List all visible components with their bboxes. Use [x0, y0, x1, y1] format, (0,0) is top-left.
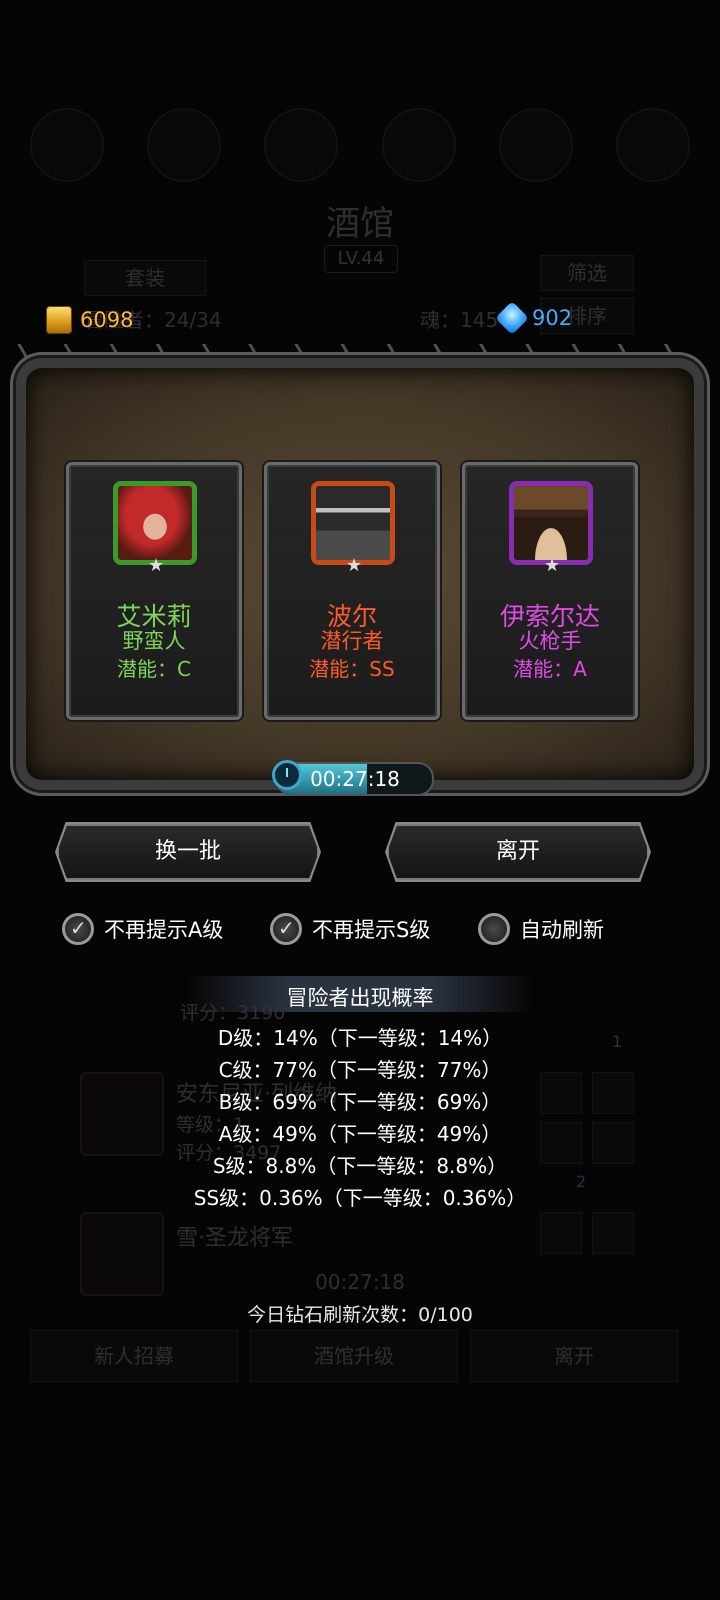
option-label: 不再提示S级 [312, 918, 431, 942]
background-leave-button: 离开 [470, 1330, 678, 1382]
probability-line-ss: SS级：0.36%（下一等级：0.36%） [193, 1186, 527, 1210]
option-label: 不再提示A级 [104, 918, 224, 942]
adventurer-potential: 潜能：SS [309, 657, 395, 681]
background-row-name: 雪·圣龙将军 [176, 1226, 293, 1251]
probability-line-s: S级：8.8%（下一等级：8.8%） [212, 1154, 508, 1178]
background-nav-icon [615, 108, 690, 182]
option-skip-a-rank[interactable]: 不再提示A级 [62, 913, 223, 945]
gunslinger-portrait-icon [514, 486, 588, 560]
background-soul-count: 魂：145 [420, 308, 499, 332]
background-item-slot [540, 1212, 582, 1254]
gem-display: 902 [495, 301, 573, 335]
background-nav-icon [498, 108, 573, 182]
gold-display: 6098 [46, 306, 133, 334]
gold-coin-icon [46, 306, 72, 334]
background-set-button: 套装 [84, 260, 206, 296]
option-auto-refresh[interactable]: 自动刷新 [478, 913, 604, 945]
probability-line-a: A级：49%（下一等级：49%） [218, 1122, 502, 1146]
probability-line-c: C级：77%（下一等级：77%） [218, 1058, 502, 1082]
adventurer-card[interactable]: ★ 艾米莉 野蛮人 潜能：C [66, 462, 242, 720]
star-icon: ★ [544, 555, 561, 576]
adventurer-card[interactable]: ★ 波尔 潜行者 潜能：SS [264, 462, 440, 720]
diamond-icon [495, 301, 529, 335]
background-level: LV.44 [324, 245, 398, 273]
background-row-portrait [80, 1212, 164, 1296]
clock-icon [272, 760, 302, 790]
adventurer-portrait [113, 481, 197, 565]
background-top-icons [30, 108, 690, 182]
option-label: 自动刷新 [520, 918, 604, 942]
background-filter-button: 筛选 [540, 255, 634, 291]
star-icon: ★ [148, 555, 165, 576]
refresh-batch-button[interactable]: 换一批 [57, 824, 319, 880]
option-skip-s-rank[interactable]: 不再提示S级 [270, 913, 430, 945]
background-tavern-screen: 酒馆 LV.44 套装 筛选 排序 冒险者：24/34 魂：145 评分：319… [0, 0, 720, 1600]
adventurer-potential: 潜能：A [513, 657, 587, 681]
adventurer-class: 火枪手 [518, 629, 582, 653]
background-nav-icon [264, 108, 339, 182]
probability-line-b: B级：69%（下一等级：69%） [218, 1090, 502, 1114]
star-icon: ★ [346, 555, 363, 576]
gem-amount: 902 [532, 306, 573, 330]
background-upgrade-button: 酒馆升级 [250, 1330, 458, 1382]
checkbox-unchecked-icon[interactable] [478, 913, 510, 945]
background-nav-icon [381, 108, 456, 182]
adventurer-class: 野蛮人 [122, 629, 186, 653]
checkbox-checked-icon[interactable] [270, 913, 302, 945]
probability-line-d: D级：14%（下一等级：14%） [217, 1026, 503, 1050]
adventurer-potential: 潜能：C [117, 657, 191, 681]
background-recruit-button: 新人招募 [30, 1330, 238, 1382]
background-nav-icon [30, 108, 104, 182]
background-timer: 00:27:18 [315, 1270, 405, 1294]
leave-button[interactable]: 离开 [387, 824, 649, 880]
checkbox-checked-icon[interactable] [62, 913, 94, 945]
probability-title: 冒险者出现概率 [286, 986, 434, 1010]
barbarian-portrait-icon [118, 486, 192, 560]
daily-refresh-count: 今日钻石刷新次数：0/100 [247, 1304, 473, 1326]
adventurer-class: 潜行者 [320, 629, 384, 653]
adventurer-portrait [311, 481, 395, 565]
adventurer-card[interactable]: ★ 伊索尔达 火枪手 潜能：A [462, 462, 638, 720]
gold-amount: 6098 [80, 308, 134, 332]
background-nav-icon [147, 108, 222, 182]
adventurer-portrait [509, 481, 593, 565]
background-item-slot [592, 1212, 634, 1254]
background-title: 酒馆 [326, 204, 394, 244]
rogue-portrait-icon [316, 486, 390, 560]
